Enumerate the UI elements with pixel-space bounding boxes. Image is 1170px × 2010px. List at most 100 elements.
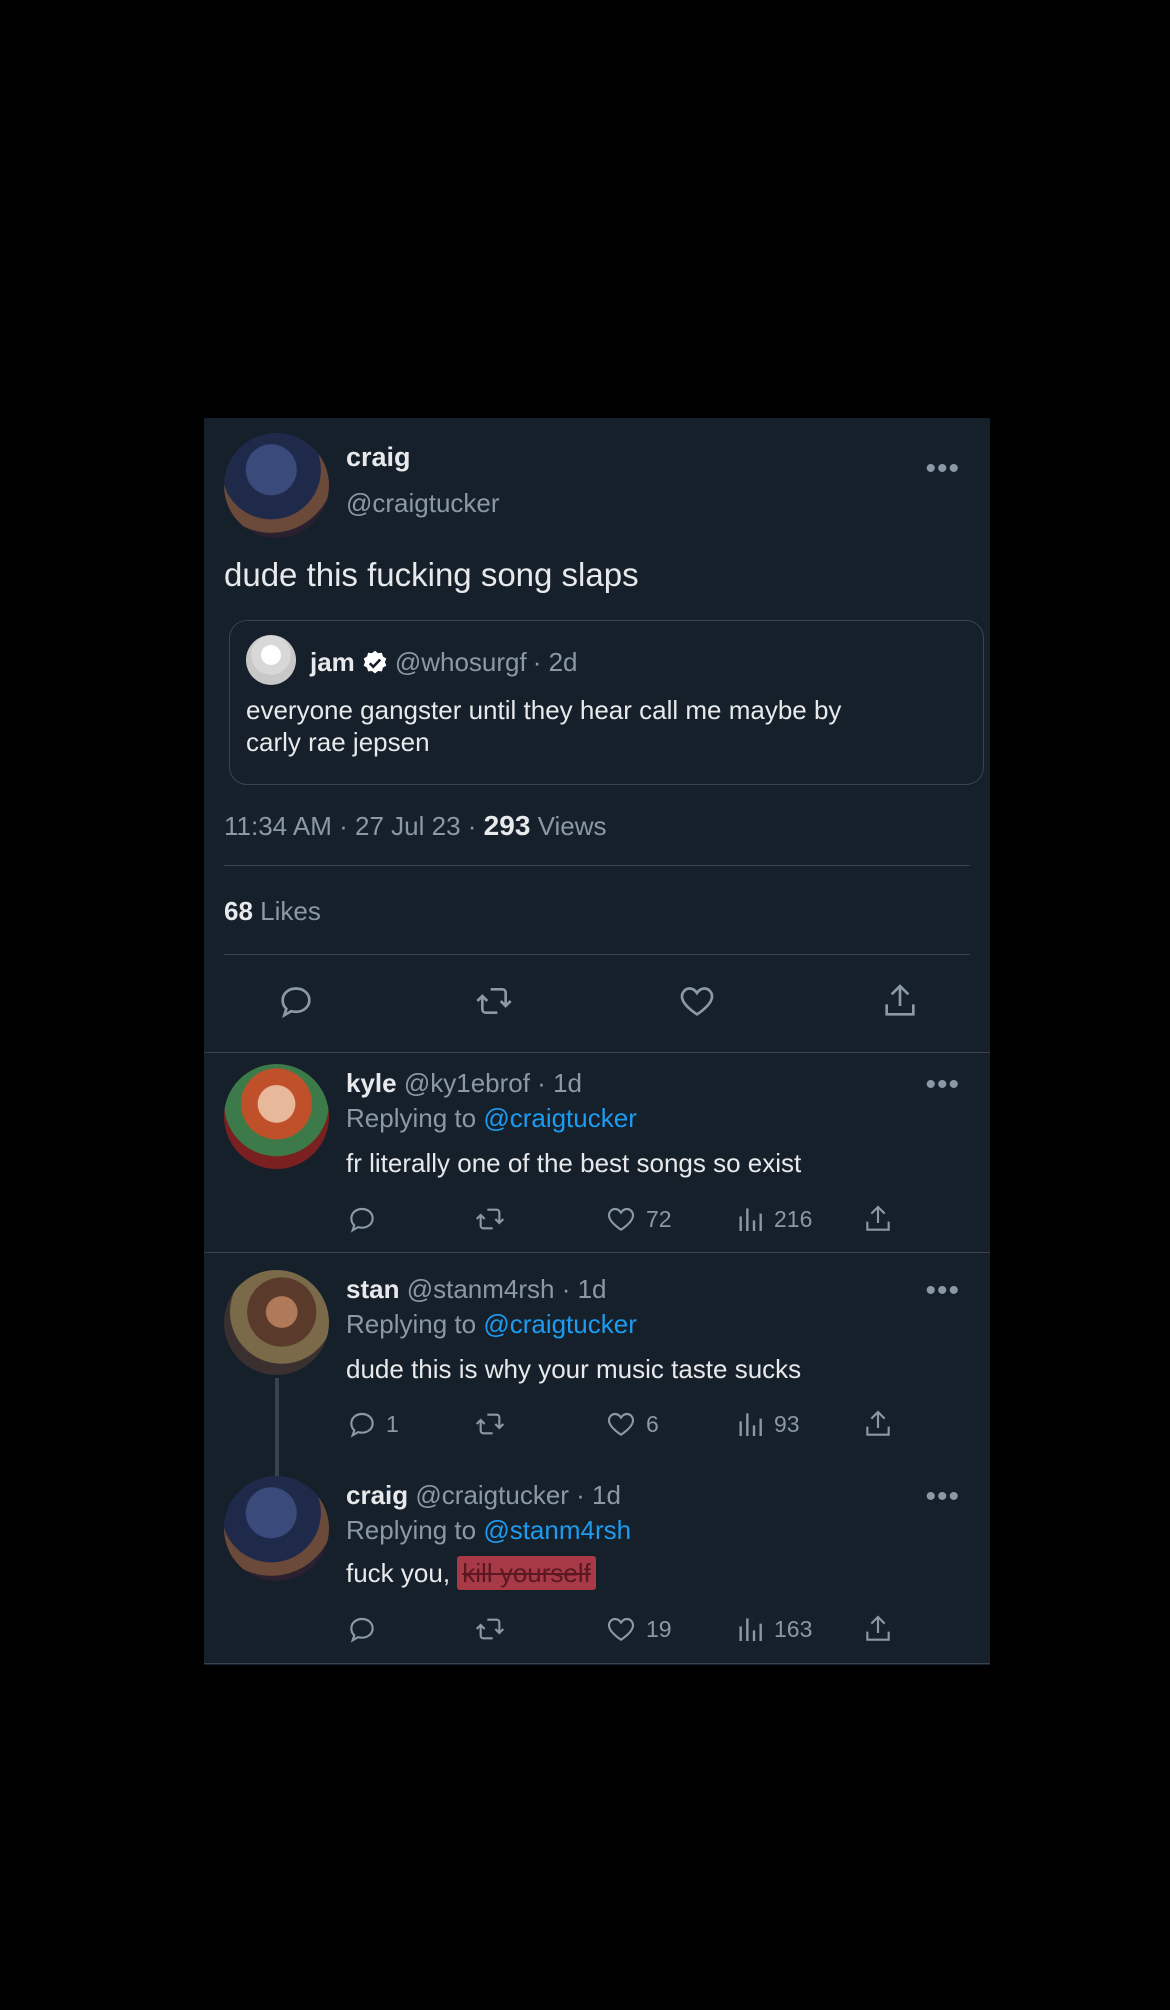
reply-icon — [350, 1412, 374, 1438]
likes-label: Likes — [260, 896, 321, 926]
divider — [204, 1663, 990, 1664]
author-name[interactable]: craig — [346, 1480, 408, 1510]
replying-to: Replying to @craigtucker — [346, 1103, 637, 1134]
thread-connector-line — [275, 1378, 279, 1488]
reply-header: craig @craigtucker · 1d — [346, 1480, 621, 1511]
reply-icon — [350, 1617, 374, 1643]
author-name[interactable]: stan — [346, 1274, 399, 1304]
share-icon — [866, 1615, 890, 1641]
more-options-icon[interactable]: ••• — [925, 1482, 960, 1512]
retweet-button[interactable] — [472, 1408, 508, 1440]
replying-to-link[interactable]: @craigtucker — [483, 1309, 637, 1339]
quoted-tweet[interactable]: jam @whosurgf · 2d everyone gangster unt… — [229, 620, 984, 785]
avatar[interactable] — [224, 1476, 329, 1581]
analytics-icon — [739, 1618, 762, 1641]
views-count: 293 — [483, 810, 531, 841]
reply-count: 1 — [386, 1410, 399, 1437]
reply-button[interactable] — [276, 981, 316, 1021]
share-button[interactable] — [862, 1203, 894, 1235]
tweet-timestamp[interactable]: 11:34 AM · 27 Jul 23 · — [224, 811, 484, 841]
reply-text: fr literally one of the best songs so ex… — [346, 1148, 802, 1178]
analytics-icon — [739, 1413, 762, 1436]
replying-to-link[interactable]: @stanm4rsh — [483, 1515, 631, 1545]
retweet-icon — [475, 1618, 505, 1640]
reply-icon — [350, 1207, 374, 1233]
author-name[interactable]: craig — [346, 442, 411, 473]
reply-text: fuck you, kill yourself — [346, 1556, 596, 1590]
author-name[interactable]: kyle — [346, 1068, 397, 1098]
views-button[interactable]: 163 — [734, 1613, 812, 1645]
divider — [224, 865, 970, 866]
view-count: 216 — [774, 1205, 813, 1232]
author-handle[interactable]: @craigtucker — [346, 488, 500, 519]
share-button[interactable] — [862, 1408, 894, 1440]
quote-author-name: jam — [310, 647, 355, 677]
share-button[interactable] — [862, 1613, 894, 1645]
heart-icon — [607, 1617, 635, 1641]
redacted-text: kill yourself — [457, 1556, 596, 1590]
divider — [204, 1052, 990, 1053]
verified-badge-icon — [361, 649, 389, 677]
retweet-button[interactable] — [472, 981, 516, 1021]
heart-icon — [607, 1412, 635, 1436]
replying-to-link[interactable]: @craigtucker — [483, 1103, 637, 1133]
replying-to: Replying to @craigtucker — [346, 1309, 637, 1340]
tweet-thread-card: craig @craigtucker ••• dude this fucking… — [204, 418, 990, 1665]
tweet-text: dude this fucking song slaps — [224, 556, 639, 593]
avatar[interactable] — [224, 433, 329, 538]
like-count: 6 — [646, 1410, 659, 1437]
more-options-icon[interactable]: ••• — [925, 1276, 960, 1306]
avatar[interactable] — [224, 1064, 329, 1169]
author-meta[interactable]: @ky1ebrof · 1d — [404, 1068, 582, 1098]
replying-to-label: Replying to — [346, 1103, 477, 1133]
likes-count: 68 — [224, 896, 253, 926]
share-icon — [866, 1410, 890, 1436]
like-button[interactable] — [676, 981, 718, 1021]
more-options-icon[interactable]: ••• — [925, 1070, 960, 1100]
views-label: Views — [537, 811, 607, 841]
reply-text: dude this is why your music taste sucks — [346, 1354, 802, 1384]
retweet-icon — [475, 1413, 505, 1435]
reply-text-plain: fuck you, — [346, 1558, 458, 1588]
heart-icon — [680, 987, 714, 1016]
quote-time: · 2d — [532, 647, 578, 677]
tweet-meta: 11:34 AM · 27 Jul 23 · 293 Views — [224, 810, 607, 842]
like-count: 19 — [646, 1615, 672, 1642]
reply-icon — [281, 987, 311, 1019]
share-icon — [866, 1205, 890, 1231]
analytics-icon — [739, 1208, 762, 1231]
reply-header: stan @stanm4rsh · 1d — [346, 1274, 607, 1305]
avatar — [246, 635, 296, 685]
view-count: 93 — [774, 1410, 800, 1437]
author-meta[interactable]: @stanm4rsh · 1d — [407, 1274, 607, 1304]
author-meta[interactable]: @craigtucker · 1d — [415, 1480, 621, 1510]
views-button[interactable]: 93 — [734, 1408, 800, 1440]
likes-stat[interactable]: 68 Likes — [224, 896, 321, 927]
like-button[interactable]: 19 — [604, 1613, 672, 1645]
more-options-icon[interactable]: ••• — [925, 454, 960, 484]
heart-icon — [607, 1207, 635, 1231]
retweet-icon — [476, 988, 512, 1014]
share-button[interactable] — [880, 981, 920, 1021]
replying-to: Replying to @stanm4rsh — [346, 1515, 631, 1546]
retweet-icon — [475, 1208, 505, 1230]
reply-button[interactable]: 1 — [346, 1408, 399, 1440]
quote-text-line-1: everyone gangster until they hear call m… — [246, 695, 842, 725]
replying-to-label: Replying to — [346, 1515, 477, 1545]
like-button[interactable]: 72 — [604, 1203, 672, 1235]
reply-button[interactable] — [346, 1613, 386, 1645]
quote-author-handle: @whosurgf — [394, 647, 527, 677]
reply-button[interactable] — [346, 1203, 386, 1235]
replying-to-label: Replying to — [346, 1309, 477, 1339]
divider — [224, 954, 970, 955]
like-count: 72 — [646, 1205, 672, 1232]
retweet-button[interactable] — [472, 1203, 508, 1235]
divider — [204, 1252, 990, 1253]
views-button[interactable]: 216 — [734, 1203, 812, 1235]
like-button[interactable]: 6 — [604, 1408, 659, 1440]
avatar[interactable] — [224, 1270, 329, 1375]
view-count: 163 — [774, 1615, 813, 1642]
quote-header: jam @whosurgf · 2d — [310, 647, 578, 678]
quote-text-line-2: carly rae jepsen — [246, 727, 430, 757]
retweet-button[interactable] — [472, 1613, 508, 1645]
